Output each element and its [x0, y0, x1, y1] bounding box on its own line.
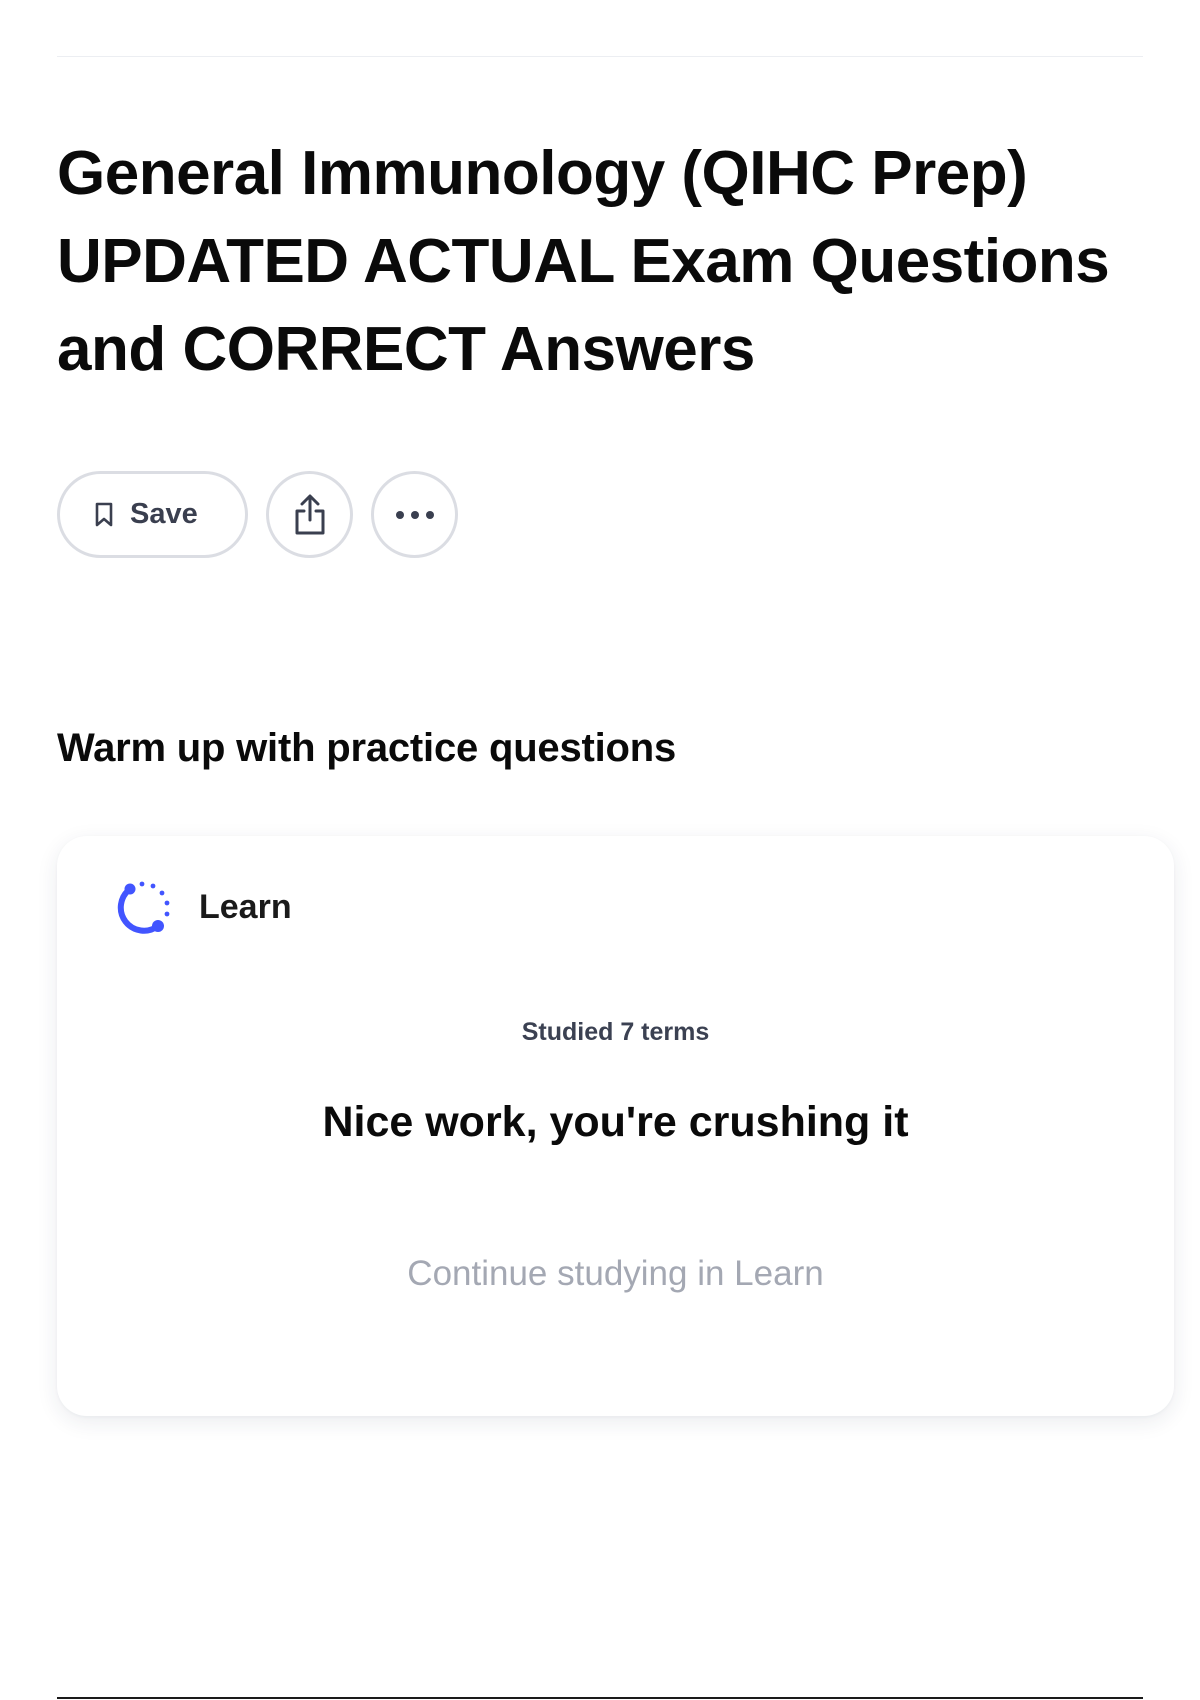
- page-title: General Immunology (QIHC Prep) UPDATED A…: [57, 139, 1110, 384]
- bookmark-icon: [94, 502, 114, 528]
- practice-section-heading: Warm up with practice questions: [57, 726, 677, 770]
- learn-card-header: Learn: [115, 876, 292, 938]
- share-icon: [292, 494, 328, 536]
- top-divider: [57, 56, 1143, 57]
- encouragement-message: Nice work, you're crushing it: [322, 1098, 909, 1146]
- save-button-label: Save: [130, 498, 198, 530]
- more-options-button[interactable]: [371, 471, 458, 558]
- learn-mode-label: Learn: [199, 887, 292, 926]
- more-horizontal-icon: [395, 510, 435, 520]
- bottom-divider: [57, 1697, 1143, 1699]
- studied-terms-count: Studied 7 terms: [521, 1018, 710, 1046]
- save-button[interactable]: Save: [57, 471, 248, 558]
- learn-progress-icon: [115, 876, 177, 938]
- continue-learn-button[interactable]: Continue studying in Learn: [57, 1254, 1174, 1294]
- set-actions-toolbar: Save: [57, 471, 458, 558]
- share-button[interactable]: [266, 471, 353, 558]
- learn-card[interactable]: Learn Studied 7 terms Nice work, you're …: [57, 836, 1174, 1416]
